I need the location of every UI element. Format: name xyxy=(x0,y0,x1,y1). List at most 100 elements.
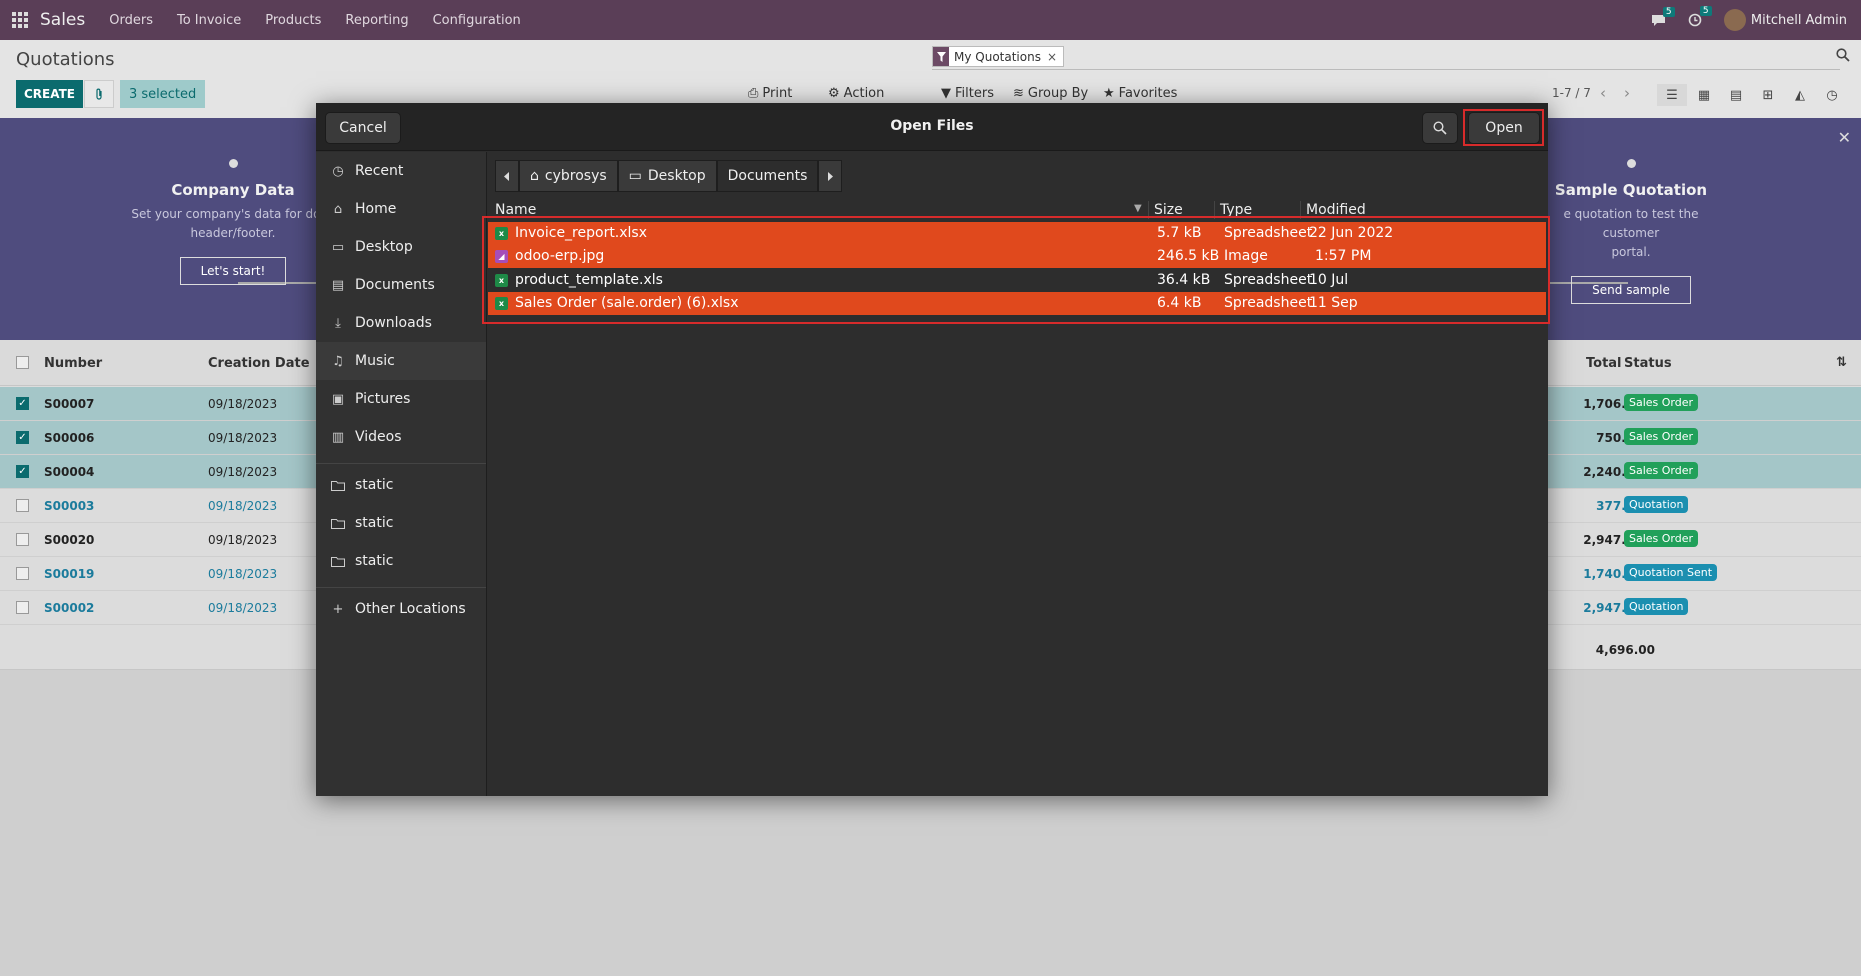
file-row[interactable]: ◢ odoo-erp.jpg 246.5 kB Image 1:57 PM xyxy=(488,245,1546,268)
sidebar-item-label: static xyxy=(355,477,394,493)
select-all-checkbox[interactable] xyxy=(16,356,29,369)
filters-button[interactable]: ▼ Filters xyxy=(941,86,994,101)
sort-down-icon[interactable]: ▼ xyxy=(1134,203,1142,214)
sidebar-item-home[interactable]: ⌂ Home xyxy=(316,190,486,228)
sidebar-item-label: Home xyxy=(355,201,397,217)
attachment-icon[interactable] xyxy=(84,80,114,108)
folder-icon xyxy=(330,556,346,567)
path-segment-cybrosys[interactable]: ⌂ cybrosys xyxy=(519,160,618,192)
column-total[interactable]: Total xyxy=(1586,356,1622,371)
row-checkbox[interactable]: ✓ xyxy=(16,431,29,444)
path-segment-documents[interactable]: Documents xyxy=(716,160,819,192)
pager-value[interactable]: 1-7 / 7 xyxy=(1552,86,1591,100)
group-by-button[interactable]: ≋ Group By xyxy=(1013,86,1088,101)
cancel-button[interactable]: Cancel xyxy=(325,112,401,144)
home-icon: ⌂ xyxy=(530,168,539,184)
calendar-view-icon[interactable]: ▤ xyxy=(1721,84,1751,106)
app-name[interactable]: Sales xyxy=(40,10,85,30)
menu-configuration[interactable]: Configuration xyxy=(433,13,521,28)
sidebar-item-label: Videos xyxy=(355,429,402,445)
sidebar-divider xyxy=(316,587,486,588)
sidebar-item-label: Downloads xyxy=(355,315,432,331)
column-name[interactable]: Name xyxy=(495,202,536,218)
favorites-button[interactable]: ★ Favorites xyxy=(1103,86,1177,101)
path-back-icon[interactable] xyxy=(495,160,519,192)
sidebar-item-label: Other Locations xyxy=(355,601,466,617)
dialog-title: Open Files xyxy=(890,118,974,134)
list-view-icon[interactable]: ☰ xyxy=(1657,84,1687,106)
row-checkbox[interactable]: ✓ xyxy=(16,465,29,478)
pager-next-icon[interactable]: › xyxy=(1624,84,1630,102)
row-checkbox[interactable] xyxy=(16,499,29,512)
pager-previous-icon[interactable]: ‹ xyxy=(1600,84,1606,102)
sidebar-item-label: Documents xyxy=(355,277,435,293)
sidebar-item-documents[interactable]: ▤ Documents xyxy=(316,266,486,304)
pivot-view-icon[interactable]: ⊞ xyxy=(1753,84,1783,106)
creation-date: 09/18/2023 xyxy=(208,601,278,615)
menu-products[interactable]: Products xyxy=(265,13,321,28)
video-icon: ▥ xyxy=(331,429,345,445)
lets-start-button[interactable]: Let's start! xyxy=(179,257,287,285)
column-size[interactable]: Size xyxy=(1154,202,1183,218)
create-button[interactable]: CREATE xyxy=(16,80,83,108)
row-checkbox[interactable] xyxy=(16,567,29,580)
messages-icon[interactable]: 5 xyxy=(1651,6,1675,27)
search-icon[interactable] xyxy=(1836,48,1850,66)
activity-view-icon[interactable]: ◷ xyxy=(1817,84,1847,106)
avatar[interactable] xyxy=(1723,9,1746,31)
column-modified[interactable]: Modified xyxy=(1306,202,1366,218)
optional-columns-icon[interactable]: ⇅ xyxy=(1836,355,1847,370)
folder-icon xyxy=(330,480,346,491)
action-button[interactable]: ⚙ Action xyxy=(828,86,884,101)
column-creation-date[interactable]: Creation Date xyxy=(208,356,310,371)
activities-icon[interactable]: 5 xyxy=(1688,6,1712,27)
file-row[interactable]: x Sales Order (sale.order) (6).xlsx 6.4 … xyxy=(488,292,1546,315)
column-status[interactable]: Status xyxy=(1624,356,1672,371)
path-forward-icon[interactable] xyxy=(818,160,843,192)
remove-facet-icon[interactable]: × xyxy=(1047,50,1057,64)
column-type[interactable]: Type xyxy=(1220,202,1252,218)
sidebar-item-label: Desktop xyxy=(355,239,413,255)
column-number[interactable]: Number xyxy=(44,356,102,371)
sidebar-item-music[interactable]: ♫ Music xyxy=(316,342,486,380)
graph-view-icon[interactable]: ◭ xyxy=(1785,84,1815,106)
creation-date: 09/18/2023 xyxy=(208,465,278,479)
menu-to-invoice[interactable]: To Invoice xyxy=(177,13,241,28)
close-banner-icon[interactable]: ✕ xyxy=(1838,128,1851,147)
search-facet[interactable]: My Quotations × xyxy=(932,46,1065,67)
sidebar-item-pictures[interactable]: ▣ Pictures xyxy=(316,380,486,418)
open-button[interactable]: Open xyxy=(1468,112,1540,144)
desktop-icon: ▭ xyxy=(331,239,345,255)
file-modified: 11 Sep xyxy=(1309,295,1358,311)
layers-icon: ≋ xyxy=(1013,86,1024,101)
sidebar-item-desktop[interactable]: ▭ Desktop xyxy=(316,228,486,266)
print-button[interactable]: ⎙ Print xyxy=(748,86,792,101)
apps-menu-icon[interactable] xyxy=(2,0,38,40)
path-segment-desktop[interactable]: ▭ Desktop xyxy=(617,160,717,192)
row-checkbox[interactable] xyxy=(16,533,29,546)
user-name[interactable]: Mitchell Admin xyxy=(1751,13,1847,28)
sidebar-item-bookmark-static[interactable]: static xyxy=(316,504,486,542)
search-input[interactable] xyxy=(932,69,1840,70)
send-sample-button[interactable]: Send sample xyxy=(1571,276,1691,304)
sidebar-item-videos[interactable]: ▥ Videos xyxy=(316,418,486,456)
menu-orders[interactable]: Orders xyxy=(109,13,153,28)
kanban-view-icon[interactable]: ▦ xyxy=(1689,84,1719,106)
sidebar-item-bookmark-static[interactable]: static xyxy=(316,466,486,504)
clock-icon: ◷ xyxy=(332,163,344,179)
step-dot xyxy=(1626,159,1636,168)
file-row[interactable]: x Invoice_report.xlsx 5.7 kB Spreadsheet… xyxy=(488,222,1546,245)
row-checkbox[interactable] xyxy=(16,601,29,614)
sidebar-item-other-locations[interactable]: + Other Locations xyxy=(316,590,486,628)
order-number: S00019 xyxy=(44,567,95,581)
sidebar-item-recent[interactable]: ◷ Recent xyxy=(316,152,486,190)
sidebar-item-downloads[interactable]: ⤓ Downloads xyxy=(316,304,486,342)
row-checkbox[interactable]: ✓ xyxy=(16,397,29,410)
file-row[interactable]: x product_template.xls 36.4 kB Spreadshe… xyxy=(488,269,1546,292)
order-number: S00003 xyxy=(44,499,95,513)
search-icon[interactable] xyxy=(1422,112,1458,144)
sidebar-item-bookmark-static[interactable]: static xyxy=(316,542,486,580)
creation-date: 09/18/2023 xyxy=(208,533,278,547)
order-number: S00007 xyxy=(44,397,95,411)
menu-reporting[interactable]: Reporting xyxy=(345,13,408,28)
